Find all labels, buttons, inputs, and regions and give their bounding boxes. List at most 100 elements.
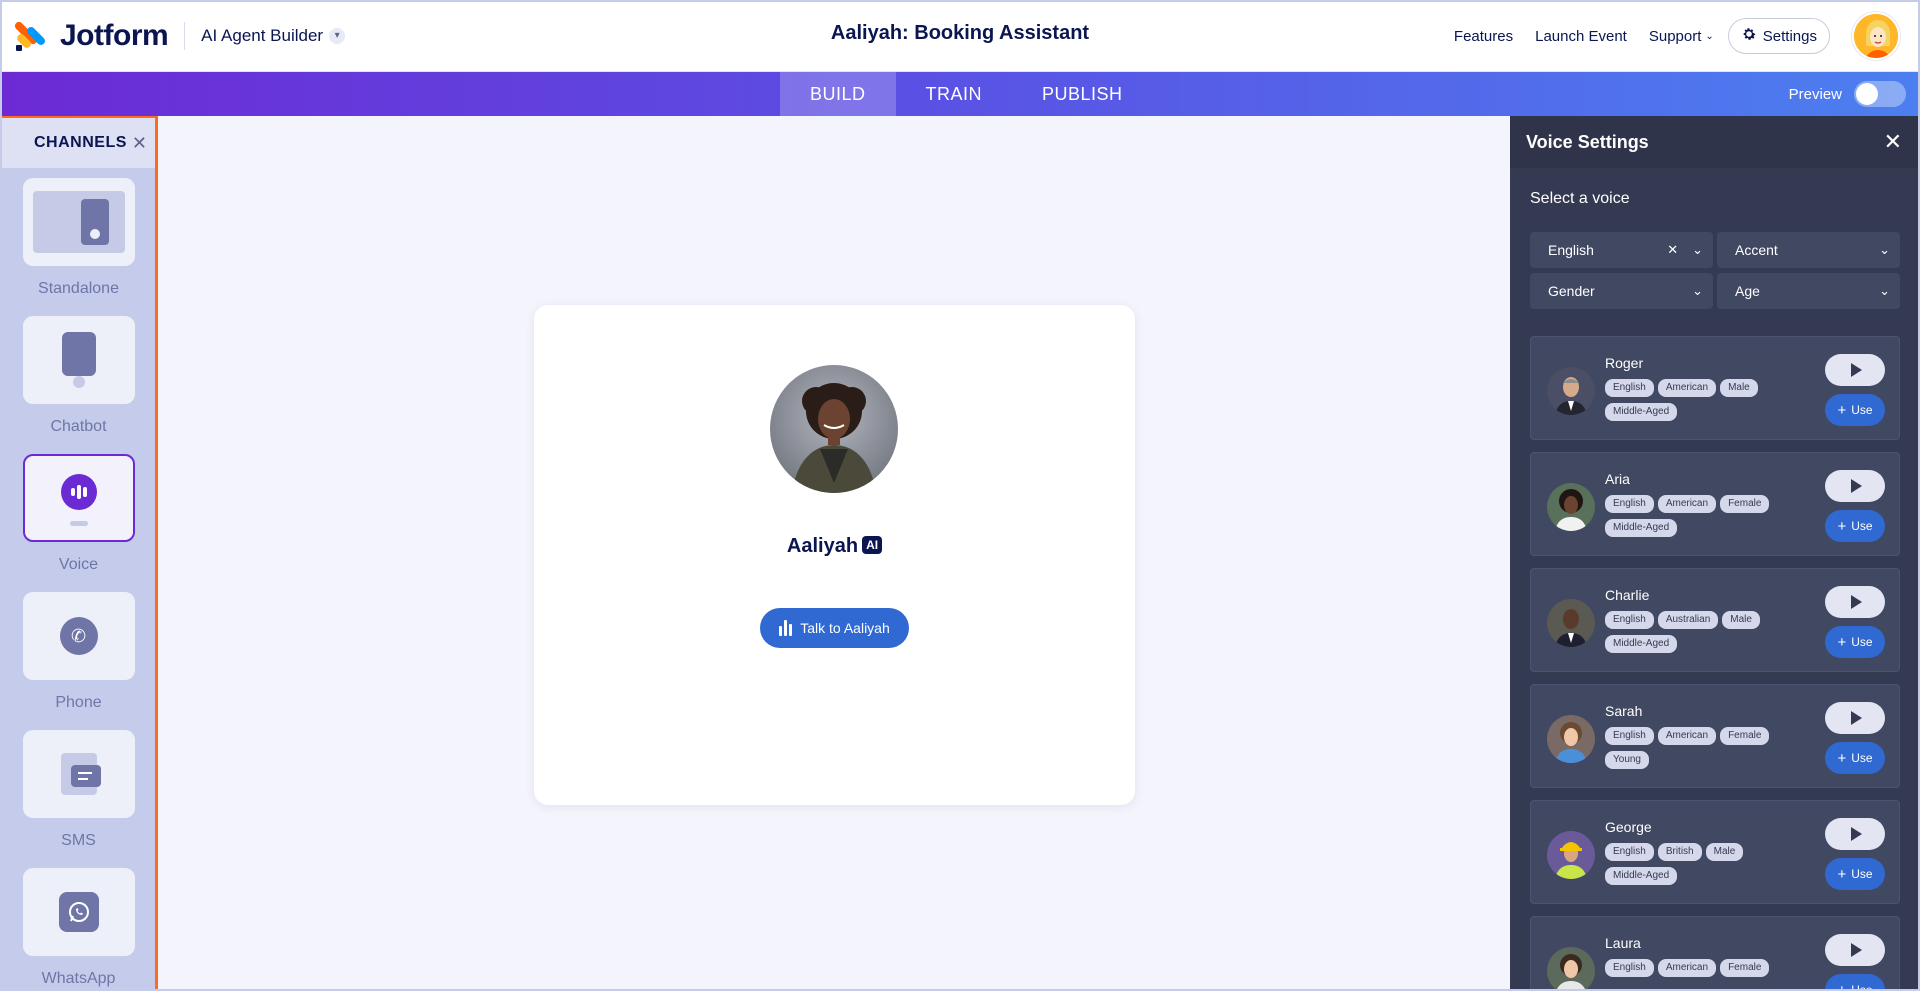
settings-label: Settings [1762,27,1817,45]
features-link[interactable]: Features [1454,28,1513,45]
play-button[interactable] [1825,470,1885,502]
voice-tag: Middle-Aged [1605,635,1678,653]
support-label: Support [1648,27,1702,45]
agent-title-text[interactable]: Aaliyah: Booking Assistant [831,22,1089,44]
use-voice-button[interactable]: + Use [1825,974,1885,991]
voice-name: Sarah [1605,703,1643,719]
play-button[interactable] [1825,586,1885,618]
plus-icon: + [1837,981,1847,991]
voice-card-roger: Roger English American Male Middle-Aged … [1530,336,1900,440]
voice-settings-header: Voice Settings ✕ [1510,116,1920,168]
channel-card[interactable]: ✆ [22,592,135,680]
use-voice-button[interactable]: + Use [1825,858,1885,890]
support-menu[interactable]: Support ⌄ [1649,28,1714,45]
channels-title: CHANNELS [34,134,127,151]
channel-phone[interactable]: ✆ Phone [2,592,155,720]
tab-train[interactable]: TRAIN [896,72,1013,116]
voice-card-charlie: Charlie English Australian Male Middle-A… [1530,568,1900,672]
plus-icon: + [1837,401,1847,419]
header-divider [184,21,186,50]
accent-filter[interactable]: Accent ⌄ [1717,232,1900,268]
channel-card[interactable] [22,868,135,956]
launch-event-link[interactable]: Launch Event [1535,28,1627,45]
voice-list: Roger English American Male Middle-Aged … [1530,336,1900,991]
chatbot-launcher-dot [72,376,85,388]
voice-tags: English American Male Middle-Aged [1605,379,1805,421]
voice-tags: English American Female [1605,959,1805,977]
age-filter[interactable]: Age ⌄ [1717,273,1900,309]
use-voice-button[interactable]: + Use [1825,394,1885,426]
gender-filter[interactable]: Gender ⌄ [1530,273,1713,309]
chatbot-icon [61,332,96,376]
brand-name: Jotform [60,18,169,52]
select-voice-heading: Select a voice [1530,190,1630,207]
agent-name: Aaliyah AI [534,535,1135,558]
voice-name: Roger [1605,355,1644,371]
voice-tag: Female [1720,495,1770,513]
chevron-down-icon: ⌄ [1692,242,1703,257]
ai-badge: AI [862,536,883,554]
voice-avatar [1547,947,1595,991]
builder-tabs: BUILD TRAIN PUBLISH [780,72,1153,116]
chevron-down-icon: ⌄ [1879,242,1890,257]
voice-name: Charlie [1605,587,1650,603]
play-button[interactable] [1825,818,1885,850]
clear-icon[interactable]: ✕ [1667,242,1678,258]
preview-toggle[interactable] [1854,81,1906,107]
channel-card[interactable] [22,730,135,818]
channel-chatbot[interactable]: Chatbot [2,316,155,444]
plus-icon: + [1837,517,1847,535]
user-avatar[interactable] [1852,12,1900,60]
settings-button[interactable]: Settings [1727,18,1830,54]
use-label: Use [1851,751,1873,765]
channel-card[interactable] [22,316,135,404]
voice-avatar [1547,483,1595,531]
use-label: Use [1851,635,1873,649]
channel-label: SMS [61,832,96,849]
close-icon[interactable]: ✕ [132,133,147,154]
close-icon[interactable]: ✕ [1884,129,1902,155]
voice-tags: English British Male Middle-Aged [1605,843,1805,885]
voice-tag: English [1605,611,1654,629]
whatsapp-icon [58,892,99,932]
voice-avatar [1547,715,1595,763]
talk-to-agent-button[interactable]: Talk to Aaliyah [760,608,909,648]
language-filter[interactable]: English ✕ ⌄ [1530,232,1713,268]
voice-avatar [1547,599,1595,647]
plus-icon: + [1837,865,1847,883]
jotform-logo[interactable]: Jotform [13,18,169,53]
play-button[interactable] [1825,702,1885,734]
gender-filter-placeholder: Gender [1548,283,1595,299]
channel-whatsapp[interactable]: WhatsApp [2,868,155,991]
use-label: Use [1851,867,1873,881]
use-voice-button[interactable]: + Use [1825,510,1885,542]
channel-voice[interactable]: Voice [2,454,155,582]
sms-icon [60,753,101,795]
tab-publish[interactable]: PUBLISH [1012,72,1153,116]
jotform-logo-icon [13,19,50,53]
agent-name-text: Aaliyah [786,535,859,557]
voice-settings-title: Voice Settings [1526,131,1649,152]
voice-tag: Middle-Aged [1605,519,1678,537]
channel-card[interactable] [22,178,135,266]
channel-sms[interactable]: SMS [2,730,155,858]
channel-card-selected[interactable] [22,454,135,542]
use-label: Use [1851,983,1873,991]
voice-filters: English ✕ ⌄ Accent ⌄ Gender ⌄ Age ⌄ [1530,232,1900,309]
voice-card-george: George English British Male Middle-Aged … [1530,800,1900,904]
builder-label: AI Agent Builder [201,25,324,45]
top-header: Jotform AI Agent Builder ▾ Aaliyah: Book… [0,0,1920,72]
agent-avatar [770,365,898,493]
tab-build[interactable]: BUILD [780,72,896,116]
use-voice-button[interactable]: + Use [1825,742,1885,774]
agent-preview-card: Aaliyah AI Talk to Aaliyah [534,305,1135,805]
chevron-down-icon: ⌄ [1692,283,1703,298]
plus-icon: + [1837,633,1847,651]
use-voice-button[interactable]: + Use [1825,626,1885,658]
channel-standalone[interactable]: Standalone [2,178,155,306]
play-button[interactable] [1825,354,1885,386]
voice-avatar [1547,367,1595,415]
play-button[interactable] [1825,934,1885,966]
channel-label: Voice [58,556,99,573]
builder-switcher[interactable]: AI Agent Builder ▾ [201,25,346,46]
